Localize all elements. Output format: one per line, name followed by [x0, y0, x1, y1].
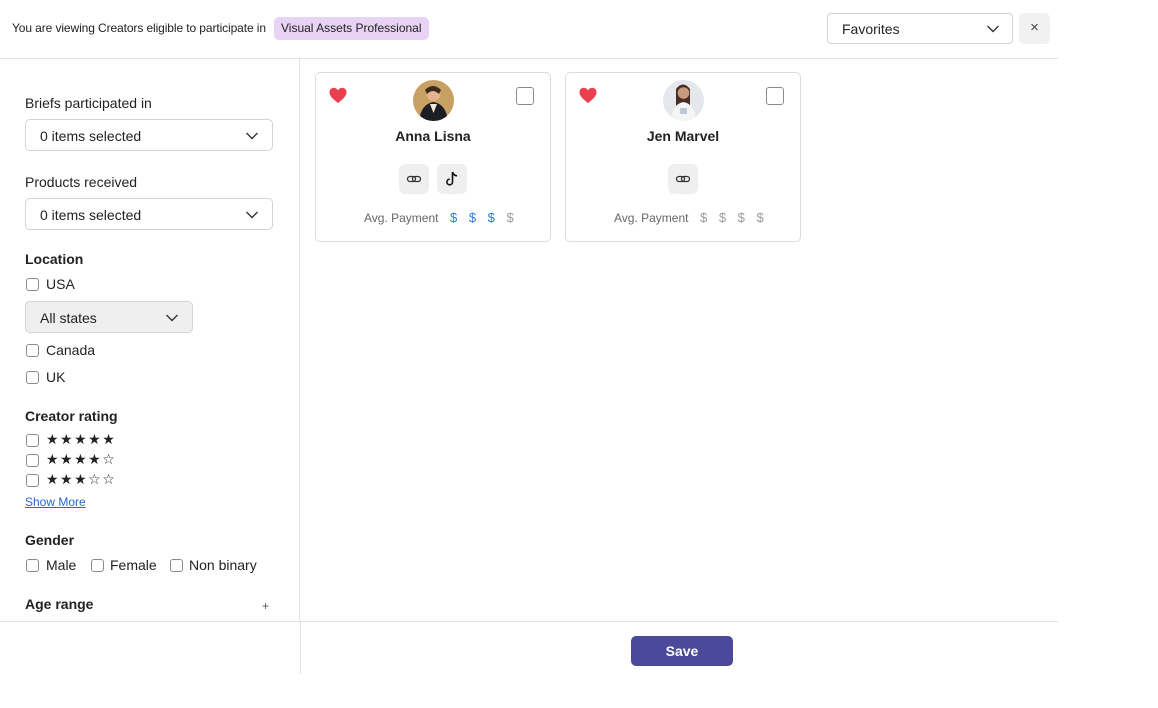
chevron-down-icon: [246, 211, 258, 219]
payment-level-inactive: $ $ $ $: [700, 210, 768, 225]
age-range-section-title[interactable]: Age range: [25, 596, 93, 612]
top-bar: You are viewing Creators eligible to par…: [0, 0, 1058, 59]
tiktok-button[interactable]: [437, 164, 467, 194]
states-dropdown-value: All states: [40, 310, 97, 326]
creator-name: Jen Marvel: [646, 128, 720, 144]
payment-level: $ $ $ $: [700, 210, 768, 225]
heart-icon[interactable]: [579, 87, 597, 104]
avatar-photo: [413, 80, 454, 121]
briefs-filter-label: Briefs participated in: [25, 95, 152, 111]
list-select[interactable]: Favorites: [827, 13, 1013, 44]
location-section-title: Location: [25, 251, 84, 267]
non-binary-checkbox[interactable]: [170, 559, 183, 572]
payment-level-active: $ $ $: [450, 210, 499, 225]
briefs-dropdown[interactable]: 0 items selected: [25, 119, 273, 151]
male-label: Male: [46, 557, 77, 573]
male-checkbox[interactable]: [26, 559, 39, 572]
female-label: Female: [110, 557, 157, 573]
tiktok-icon: [446, 171, 458, 186]
footer-divider: [0, 621, 1058, 622]
save-button[interactable]: Save: [631, 636, 733, 666]
footer-separator: [300, 622, 301, 674]
chevron-down-icon: [166, 314, 178, 322]
canada-checkbox[interactable]: [26, 344, 39, 357]
select-checkbox[interactable]: [516, 87, 534, 105]
brief-pill[interactable]: Visual Assets Professional: [274, 17, 429, 40]
usa-label: USA: [46, 276, 75, 292]
payment-level-inactive: $: [506, 210, 518, 225]
filter-sidebar: Briefs participated in 0 items selected …: [0, 59, 300, 621]
rating-4-checkbox[interactable]: [26, 454, 39, 467]
rating-5-stars: ★★★★★: [46, 431, 117, 447]
canada-label: Canada: [46, 342, 96, 358]
payment-level: $ $ $ $: [450, 210, 518, 225]
usa-checkbox[interactable]: [26, 278, 39, 291]
rating-4-stars: ★★★★☆: [46, 451, 117, 467]
states-dropdown[interactable]: All states: [25, 301, 193, 333]
gender-section-title: Gender: [25, 532, 75, 548]
expand-plus-icon[interactable]: +: [262, 599, 269, 613]
close-button[interactable]: ×: [1019, 13, 1050, 44]
female-checkbox[interactable]: [91, 559, 104, 572]
show-more-link[interactable]: Show More: [25, 495, 86, 509]
chevron-down-icon: [246, 132, 258, 140]
products-dropdown[interactable]: 0 items selected: [25, 198, 273, 230]
list-select-value: Favorites: [842, 21, 900, 37]
products-dropdown-value: 0 items selected: [40, 207, 142, 223]
link-icon: [675, 175, 691, 183]
link-button[interactable]: [668, 164, 698, 194]
products-filter-label: Products received: [25, 174, 138, 190]
avatar-photo: [663, 80, 704, 121]
uk-checkbox[interactable]: [26, 371, 39, 384]
rating-section-title: Creator rating: [25, 408, 118, 424]
creator-card[interactable]: Jen Marvel Avg. Payment $ $ $ $: [565, 72, 801, 242]
rating-3-stars: ★★★☆☆: [46, 471, 117, 487]
select-checkbox[interactable]: [766, 87, 784, 105]
creator-name: Anna Lisna: [395, 128, 471, 144]
viewing-context-text: You are viewing Creators eligible to par…: [12, 21, 266, 35]
link-button[interactable]: [399, 164, 429, 194]
avg-payment-label: Avg. Payment: [614, 211, 689, 225]
avatar: [663, 80, 704, 121]
non-binary-label: Non binary: [189, 557, 257, 573]
briefs-dropdown-value: 0 items selected: [40, 128, 142, 144]
rating-3-checkbox[interactable]: [26, 474, 39, 487]
avg-payment-label: Avg. Payment: [364, 211, 439, 225]
creator-card[interactable]: Anna Lisna Avg. Payment $ $ $ $: [315, 72, 551, 242]
link-icon: [406, 175, 422, 183]
chevron-down-icon: [987, 25, 999, 33]
rating-5-checkbox[interactable]: [26, 434, 39, 447]
avatar: [413, 80, 454, 121]
uk-label: UK: [46, 369, 66, 385]
heart-icon[interactable]: [329, 87, 347, 104]
